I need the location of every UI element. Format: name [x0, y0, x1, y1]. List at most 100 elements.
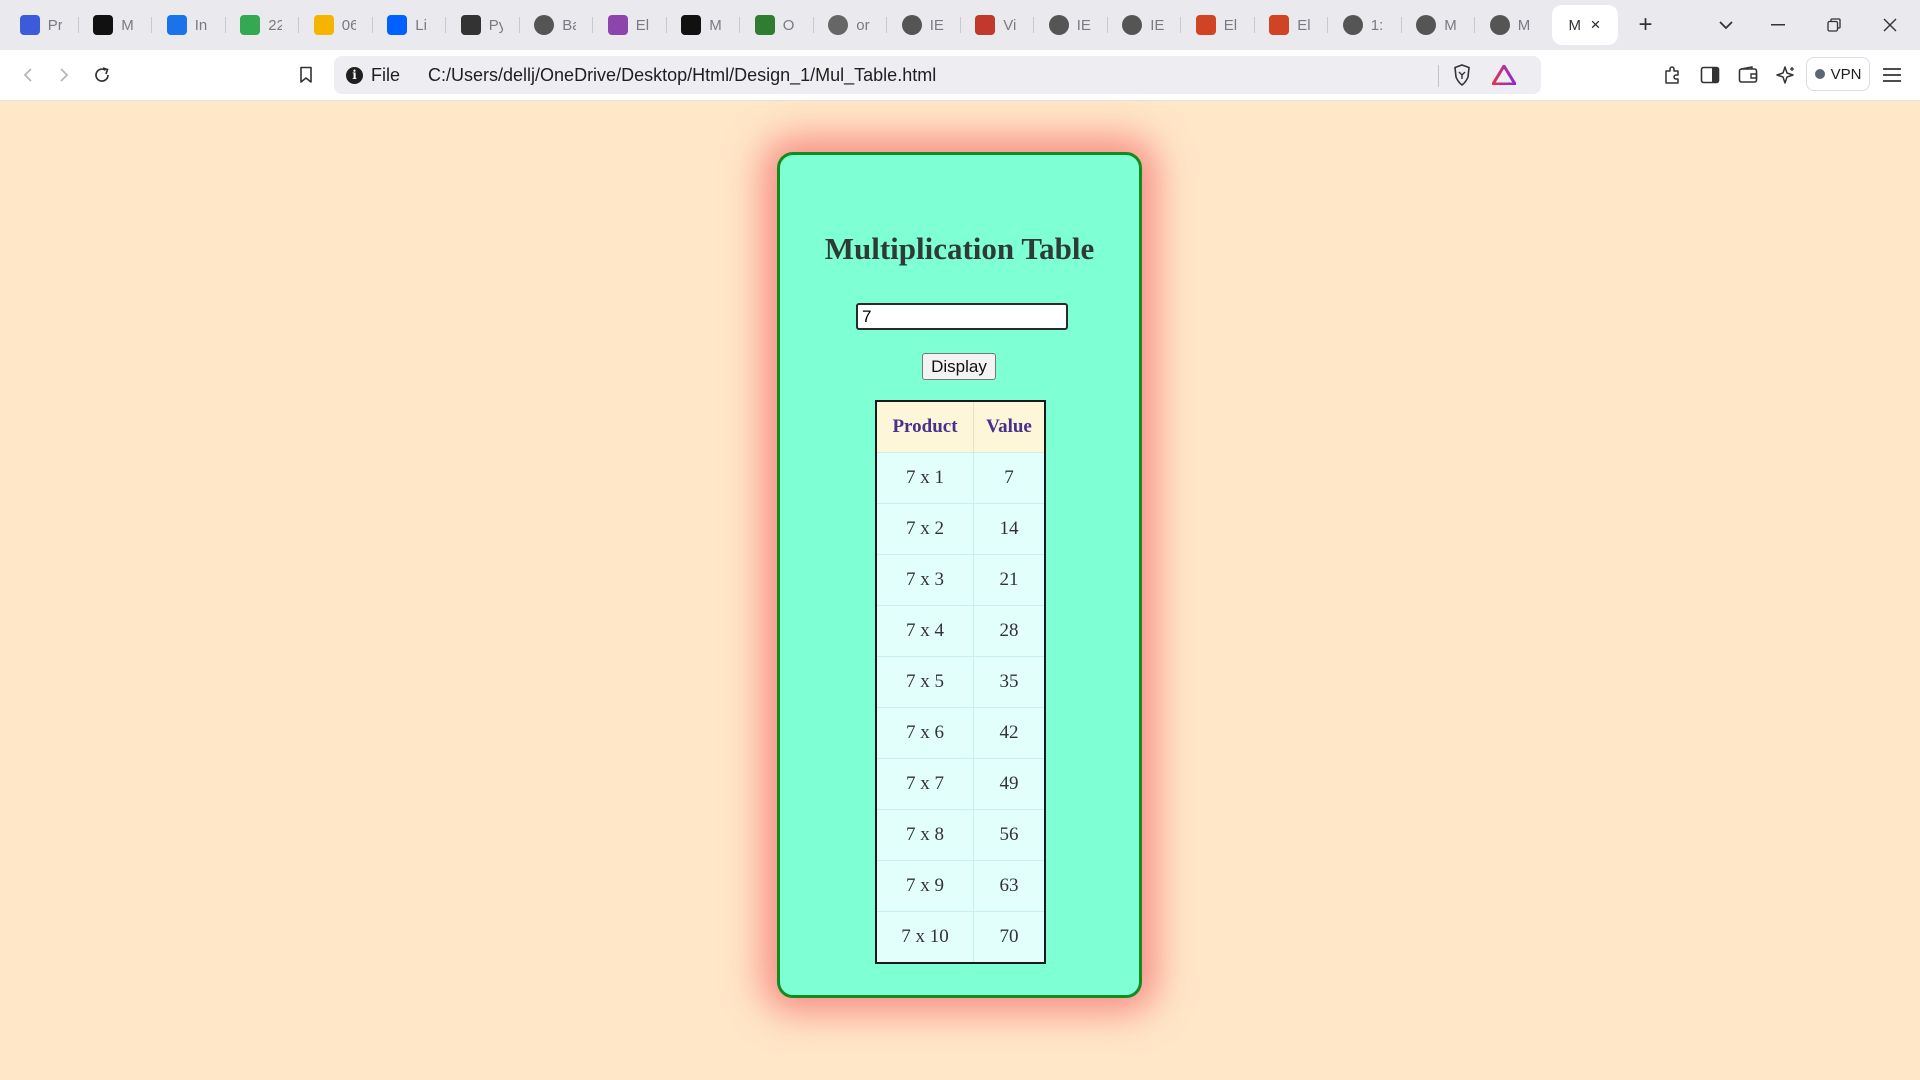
value-cell: 35	[973, 656, 1045, 708]
vpn-label: VPN	[1830, 65, 1862, 83]
forward-arrow-icon[interactable]	[48, 59, 80, 91]
dropbox-icon	[387, 15, 408, 35]
table-body: 7 x 177 x 2 14 7 x 3 21 7 x 4 28 7 x 5 35 7 x 64…	[876, 452, 1045, 963]
product-cell: 7 x 7	[876, 758, 974, 810]
product-cell: 7 x 9	[876, 860, 974, 912]
globe-icon	[1489, 15, 1510, 35]
tab-search-chevron-icon[interactable]	[1710, 8, 1742, 42]
display-button[interactable]: Display	[922, 353, 996, 380]
sidebar-icon[interactable]	[1694, 59, 1726, 91]
tab-18[interactable]: 1:	[1327, 5, 1401, 45]
tab-3[interactable]: 22	[224, 5, 299, 45]
tab-10[interactable]: O	[739, 5, 813, 45]
table-row: 7 x 10 70	[876, 911, 1045, 963]
product-cell: 7 x 10	[876, 911, 974, 963]
scheme-label: File	[371, 64, 401, 85]
powerpoint-icon	[1269, 15, 1290, 35]
bookmark-icon[interactable]	[290, 59, 322, 91]
tab-0[interactable]: Pr	[4, 5, 78, 45]
table-row: 7 x 6 42	[876, 707, 1045, 759]
tab-7[interactable]: Ba	[518, 5, 593, 45]
tab-13[interactable]: Vi	[959, 5, 1034, 45]
reload-icon[interactable]	[86, 59, 118, 91]
tab-label: or	[856, 16, 870, 34]
tab-label: El	[1297, 16, 1311, 34]
tab-6[interactable]: Py	[445, 5, 519, 45]
brave-rewards-icon[interactable]	[1490, 63, 1518, 90]
wallet-icon[interactable]	[1732, 59, 1764, 91]
face-icon	[166, 15, 187, 35]
tab-label: Ba	[562, 16, 576, 34]
tab-15[interactable]: IE	[1106, 5, 1181, 45]
tab-14[interactable]: IE	[1033, 5, 1107, 45]
number-input[interactable]	[856, 303, 1068, 330]
tab-12[interactable]: IE	[886, 5, 960, 45]
close-window-button[interactable]	[1862, 0, 1918, 50]
globe-icon	[901, 15, 922, 35]
tab-label: Li	[415, 16, 427, 34]
product-cell: 7 x 8	[876, 809, 974, 861]
table-row: 7 x 17	[876, 452, 1045, 504]
leo-ai-icon[interactable]	[1770, 59, 1802, 91]
active-tab[interactable]: M ×	[1551, 5, 1618, 45]
tab-label: M	[1517, 16, 1531, 34]
tab-label: El	[635, 16, 650, 34]
tab-1[interactable]: M	[77, 5, 152, 45]
powerpoint-icon	[1195, 15, 1216, 35]
url-text[interactable]: C:/Users/dellj/OneDrive/Desktop/Html/Des…	[428, 65, 936, 86]
tab-17[interactable]: El	[1253, 5, 1328, 45]
tab-label: IE	[929, 16, 944, 34]
header-product: Product	[876, 401, 974, 453]
minimize-button[interactable]	[1750, 0, 1806, 50]
tab-16[interactable]: El	[1180, 5, 1254, 45]
restore-button[interactable]	[1806, 0, 1862, 50]
tab-19[interactable]: M	[1400, 5, 1475, 45]
header-value: Value	[973, 401, 1045, 453]
tab-label: IE	[1150, 16, 1165, 34]
medium-icon	[681, 15, 702, 35]
info-icon[interactable]: i	[346, 66, 363, 84]
back-arrow-icon[interactable]	[12, 59, 44, 91]
tab-label: 1:	[1370, 16, 1384, 34]
new-tab-button[interactable]: +	[1626, 5, 1666, 45]
tab-label: Vi	[1003, 16, 1017, 34]
value-cell: 21	[973, 554, 1045, 606]
tab-2[interactable]: In	[151, 5, 225, 45]
globe-icon	[828, 15, 849, 35]
address-bar[interactable]: i File C:/Users/dellj/OneDrive/Desktop/H…	[334, 56, 1541, 94]
power-icon	[19, 15, 40, 35]
vpn-button[interactable]: VPN	[1806, 57, 1870, 91]
book-icon	[460, 15, 481, 35]
tab-5[interactable]: Li	[371, 5, 446, 45]
tab-4[interactable]: 06	[298, 5, 372, 45]
extensions-puzzle-icon[interactable]	[1656, 59, 1688, 91]
tab-20[interactable]: M	[1474, 5, 1548, 45]
table-header-row: Product Value	[876, 401, 1045, 453]
globe-icon	[1048, 15, 1069, 35]
tab-label: El	[1223, 16, 1238, 34]
tab-strip: Pr M In 22 06 Li Py Ba El M Oor IE Vi IE IE El El 1: M M M …	[0, 0, 1920, 50]
product-cell: 7 x 5	[876, 656, 974, 708]
globe-icon	[1416, 15, 1437, 35]
active-tab-label: M	[1568, 16, 1582, 34]
menu-hamburger-icon[interactable]	[1876, 59, 1908, 91]
layers-icon	[607, 15, 628, 35]
tab-8[interactable]: El	[592, 5, 666, 45]
multiplication-card: Multiplication Table Display Product Val…	[777, 152, 1142, 998]
value-cell: 70	[973, 911, 1045, 963]
drive-icon	[240, 15, 261, 35]
vpn-status-icon	[1814, 69, 1825, 79]
brave-shield-icon[interactable]	[1452, 64, 1472, 91]
value-cell: 63	[973, 860, 1045, 912]
tab-11[interactable]: or	[812, 5, 887, 45]
tab-label: M	[709, 16, 722, 34]
product-cell: 7 x 4	[876, 605, 974, 657]
close-tab-icon[interactable]: ×	[1591, 15, 1601, 35]
tab-label: Pr	[47, 16, 62, 34]
x-logo-icon	[93, 15, 114, 35]
table-row: 7 x 7 49	[876, 758, 1045, 810]
tab-9[interactable]: M	[665, 5, 740, 45]
value-cell: 42	[973, 707, 1045, 759]
tab-label: 22	[268, 16, 283, 34]
leaf-icon	[754, 15, 775, 35]
